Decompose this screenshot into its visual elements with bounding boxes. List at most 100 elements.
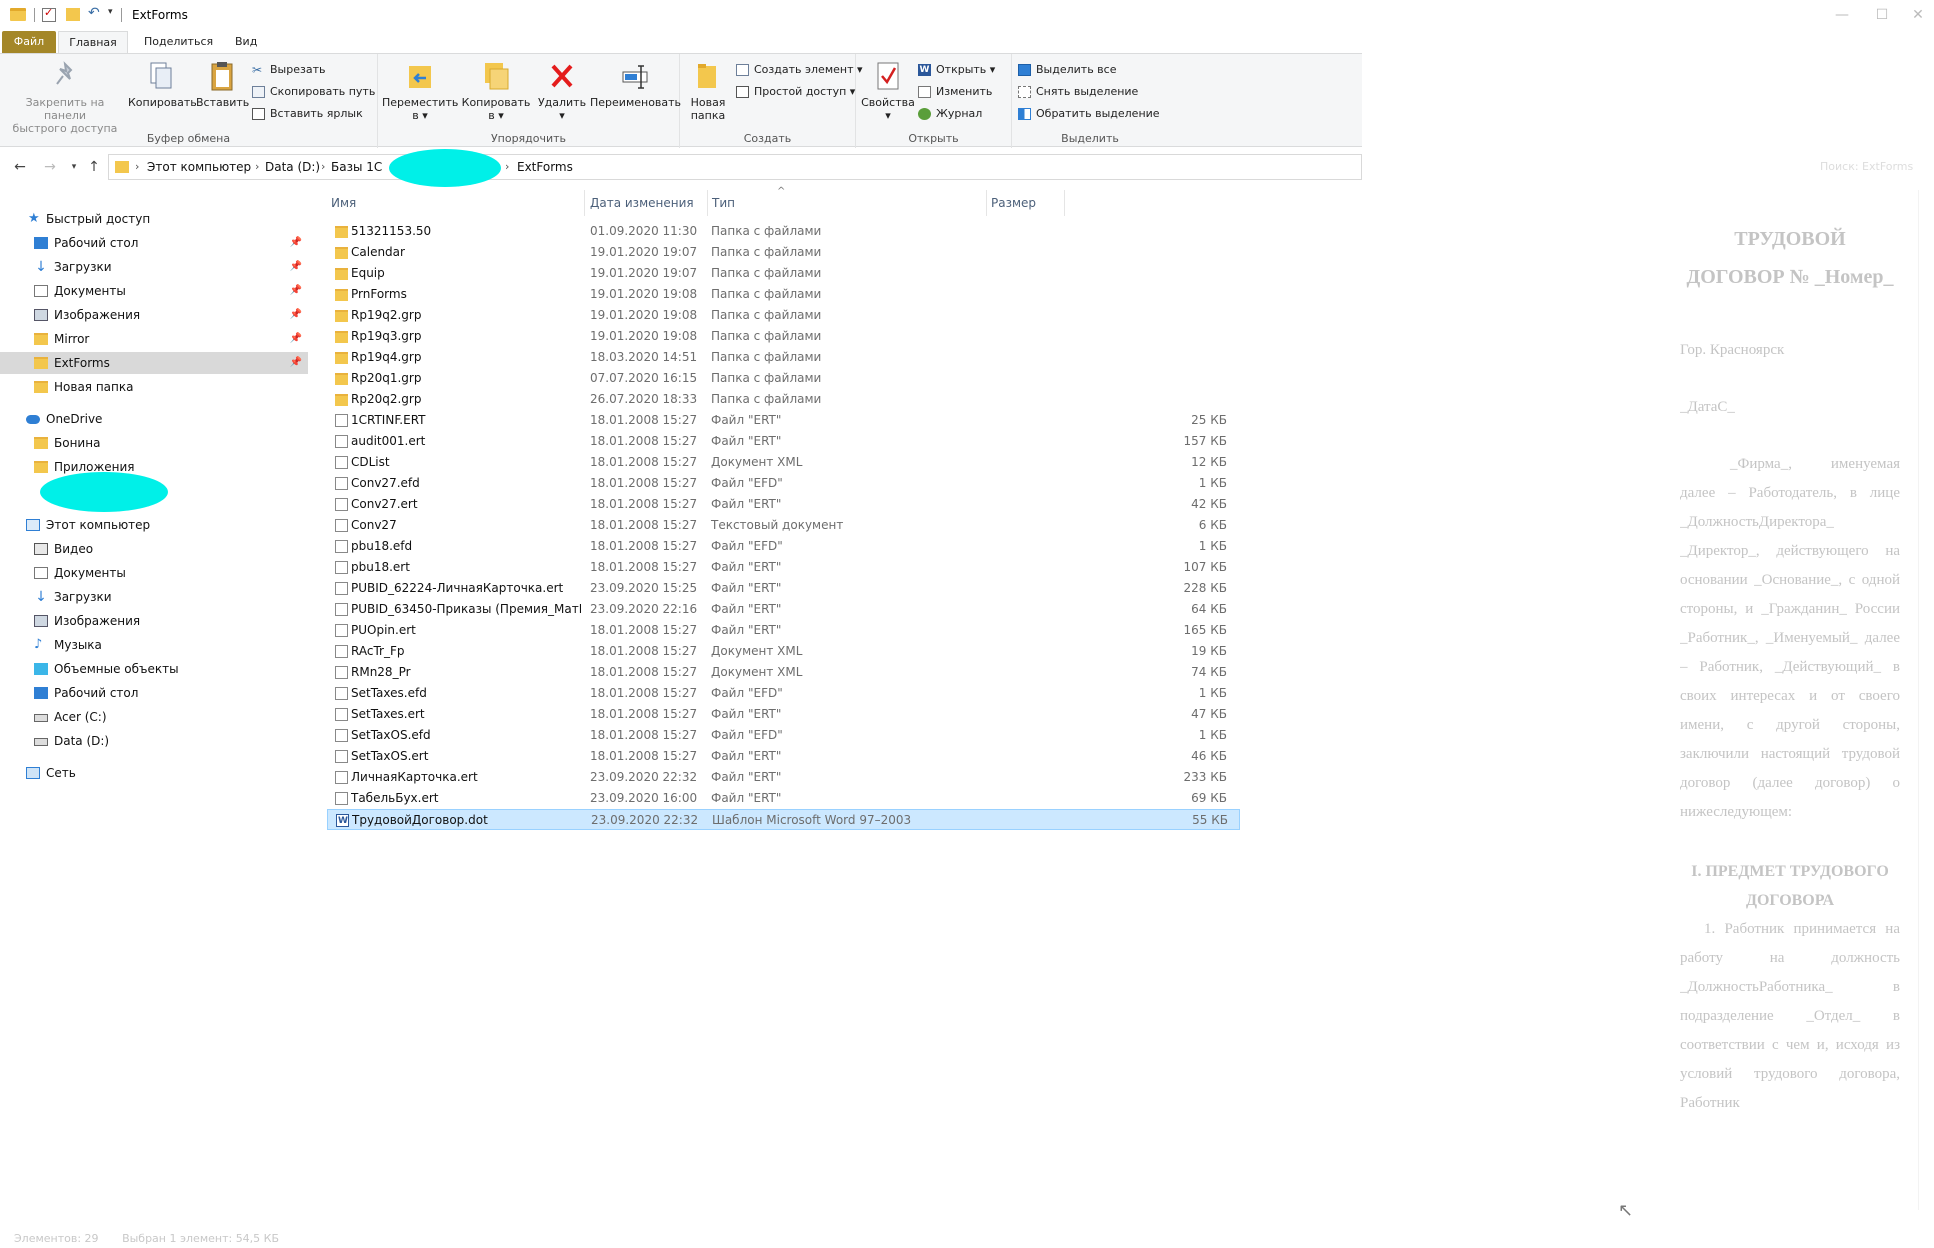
nav-pc-pictures[interactable]: Изображения [0,610,308,632]
customize-quick-access-icon[interactable]: ▾ [108,7,113,17]
nav-pc-documents[interactable]: Документы [0,562,308,584]
nav-videos[interactable]: Видео [0,538,308,560]
nav-pictures[interactable]: Изображения 📌 [0,304,308,326]
properties-button[interactable]: Свойства ▾ [860,60,916,122]
back-arrow-icon[interactable]: ← [10,157,30,177]
column-header-name[interactable]: Имя [327,190,585,216]
nav-quick-access[interactable]: ★ Быстрый доступ [0,208,308,230]
nav-desktop[interactable]: Рабочий стол 📌 [0,232,308,254]
pin-icon[interactable]: 📌 [290,304,302,326]
preview-scrollbar[interactable] [1918,190,1930,1210]
table-row[interactable]: 1CRTINF.ERT 18.01.2008 15:27 Файл "ERT" 25 … [327,410,1240,431]
tab-file[interactable]: Файл [2,31,56,53]
nav-pc-downloads[interactable]: ↓ Загрузки [0,586,308,608]
tab-view[interactable]: Вид [225,31,267,53]
table-row[interactable]: Rp19q4.grp 18.03.2020 14:51 Папка с файлам… [327,347,1240,368]
breadcrumb-current[interactable]: ExtForms [517,160,573,174]
breadcrumb-bases[interactable]: Базы 1С [331,160,382,174]
table-row[interactable]: PUOpin.ert 18.01.2008 15:27 Файл "ERT" 165 … [327,620,1240,641]
paste-shortcut-button[interactable]: Вставить ярлык [250,105,363,123]
nav-onedrive[interactable]: OneDrive [0,408,308,430]
tab-share[interactable]: Поделиться [134,31,223,53]
undo-icon[interactable]: ↶ [88,5,100,21]
delete-button[interactable]: Удалить ▾ [534,60,590,122]
pin-icon[interactable]: 📌 [290,352,302,374]
table-row[interactable]: RMn28_Pr 18.01.2008 15:27 Документ XML 74 К… [327,662,1240,683]
address-bar[interactable]: › Этот компьютер › Data (D:) › Базы 1С ›… [108,149,1362,187]
new-folder-button[interactable]: Новая папка [684,60,732,122]
tab-home[interactable]: Главная [58,31,128,53]
nav-apps[interactable]: Приложения [0,456,308,478]
nav-drive-c[interactable]: Acer (C:) [0,706,308,728]
table-row[interactable]: CDList 18.01.2008 15:27 Документ XML 12 КБ [327,452,1240,473]
recent-locations-chevron-icon[interactable]: ▾ [64,157,84,177]
table-row[interactable]: SetTaxOS.ert 18.01.2008 15:27 Файл "ERT" 46… [327,746,1240,767]
table-row[interactable]: SetTaxes.ert 18.01.2008 15:27 Файл "ERT" 47… [327,704,1240,725]
nav-downloads[interactable]: ↓ Загрузки 📌 [0,256,308,278]
pin-icon[interactable]: 📌 [290,256,302,278]
table-row[interactable]: SetTaxOS.efd 18.01.2008 15:27 Файл "EFD" 1 … [327,725,1240,746]
nav-music[interactable]: ♪ Музыка [0,634,308,656]
copy-to-button[interactable]: Копировать в ▾ [458,60,534,122]
pin-quick-access-button[interactable]: Закрепить на панели быстрого доступа [6,60,124,135]
table-row[interactable]: RAcTr_Fp 18.01.2008 15:27 Документ XML 19 К… [327,641,1240,662]
copy-button[interactable]: Копировать [128,60,197,109]
table-row[interactable]: PUBID_62224-ЛичнаяКарточка.ert 23.09.2020… [327,578,1240,599]
column-header-type[interactable]: Тип [708,190,987,216]
nav-bonina[interactable]: Бонина [0,432,308,454]
history-button[interactable]: Журнал [916,105,982,123]
nav-new-folder[interactable]: Новая папка [0,376,308,398]
table-row[interactable]: Conv27 18.01.2008 15:27 Текстовый документ… [327,515,1240,536]
table-row[interactable]: pbu18.efd 18.01.2008 15:27 Файл "EFD" 1 КБ [327,536,1240,557]
column-header-date[interactable]: Дата изменения [586,190,708,216]
nav-this-pc[interactable]: Этот компьютер [0,514,308,536]
new-folder-quick-icon[interactable] [66,8,80,21]
open-button[interactable]: W Открыть ▾ [916,61,995,79]
minimize-button[interactable]: — [1822,4,1862,26]
rename-button[interactable]: Переименовать [590,60,681,109]
table-row[interactable]: Rp20q2.grp 26.07.2020 18:33 Папка с файлам… [327,389,1240,410]
table-row[interactable]: Rp19q3.grp 19.01.2020 19:08 Папка с файлам… [327,326,1240,347]
table-row[interactable]: ТрудовойДоговор.dot 23.09.2020 22:32 Шабло… [327,809,1240,832]
table-row[interactable]: audit001.ert 18.01.2008 15:27 Файл "ERT" 15… [327,431,1240,452]
table-row[interactable]: Equip 19.01.2020 19:07 Папка с файлами [327,263,1240,284]
easy-access-button[interactable]: Простой доступ ▾ [734,83,855,101]
up-arrow-icon[interactable]: ↑ [84,157,104,177]
move-to-button[interactable]: Переместить в ▾ [382,60,458,122]
nav-network[interactable]: Сеть [0,762,308,784]
chevron-right-icon[interactable]: › [321,160,325,173]
table-row[interactable]: Rp20q1.grp 07.07.2020 16:15 Папка с файлам… [327,368,1240,389]
table-row[interactable]: PrnForms 19.01.2020 19:08 Папка с файлами [327,284,1240,305]
select-none-button[interactable]: Снять выделение [1016,83,1138,101]
pin-icon[interactable]: 📌 [290,280,302,302]
copy-path-button[interactable]: Скопировать путь [250,83,375,101]
table-row[interactable]: pbu18.ert 18.01.2008 15:27 Файл "ERT" 107 К… [327,557,1240,578]
nav-drive-d[interactable]: Data (D:) [0,730,308,752]
table-row[interactable]: Conv27.efd 18.01.2008 15:27 Файл "EFD" 1 КБ [327,473,1240,494]
pin-icon[interactable]: 📌 [290,328,302,350]
nav-documents[interactable]: Документы 📌 [0,280,308,302]
breadcrumb-this-pc[interactable]: Этот компьютер [147,160,251,174]
table-row[interactable]: Conv27.ert 18.01.2008 15:27 Файл "ERT" 42 К… [327,494,1240,515]
table-row[interactable]: ЛичнаяКарточка.ert 23.09.2020 22:32 Файл "… [327,767,1240,788]
table-row[interactable]: Rp19q2.grp 19.01.2020 19:08 Папка с файлам… [327,305,1240,326]
table-row[interactable]: ТабельБух.ert 23.09.2020 16:00 Файл "ERT" 6… [327,788,1240,809]
search-input[interactable]: Поиск: ExtForms [1800,154,1930,180]
column-header-size[interactable]: Размер [987,190,1065,216]
properties-quick-icon[interactable] [42,6,56,22]
chevron-right-icon[interactable]: › [135,160,139,173]
invert-selection-button[interactable]: Обратить выделение [1016,105,1160,123]
cut-button[interactable]: ✂ Вырезать [250,61,325,79]
edit-button[interactable]: Изменить [916,83,992,101]
nav-extforms[interactable]: ExtForms 📌 [0,352,308,374]
table-row[interactable]: Calendar 19.01.2020 19:07 Папка с файлами [327,242,1240,263]
table-row[interactable]: PUBID_63450-Приказы (Премия_МатПо... 23.0… [327,599,1240,620]
chevron-right-icon[interactable]: › [505,160,509,173]
nav-pc-desktop[interactable]: Рабочий стол [0,682,308,704]
pin-icon[interactable]: 📌 [290,232,302,254]
nav-mirror[interactable]: Mirror 📌 [0,328,308,350]
maximize-button[interactable]: ☐ [1862,4,1902,26]
paste-button[interactable]: Вставить [196,60,249,109]
table-row[interactable]: SetTaxes.efd 18.01.2008 15:27 Файл "EFD" 1 … [327,683,1240,704]
table-row[interactable]: 51321153.50 01.09.2020 11:30 Папка с файла… [327,221,1240,242]
